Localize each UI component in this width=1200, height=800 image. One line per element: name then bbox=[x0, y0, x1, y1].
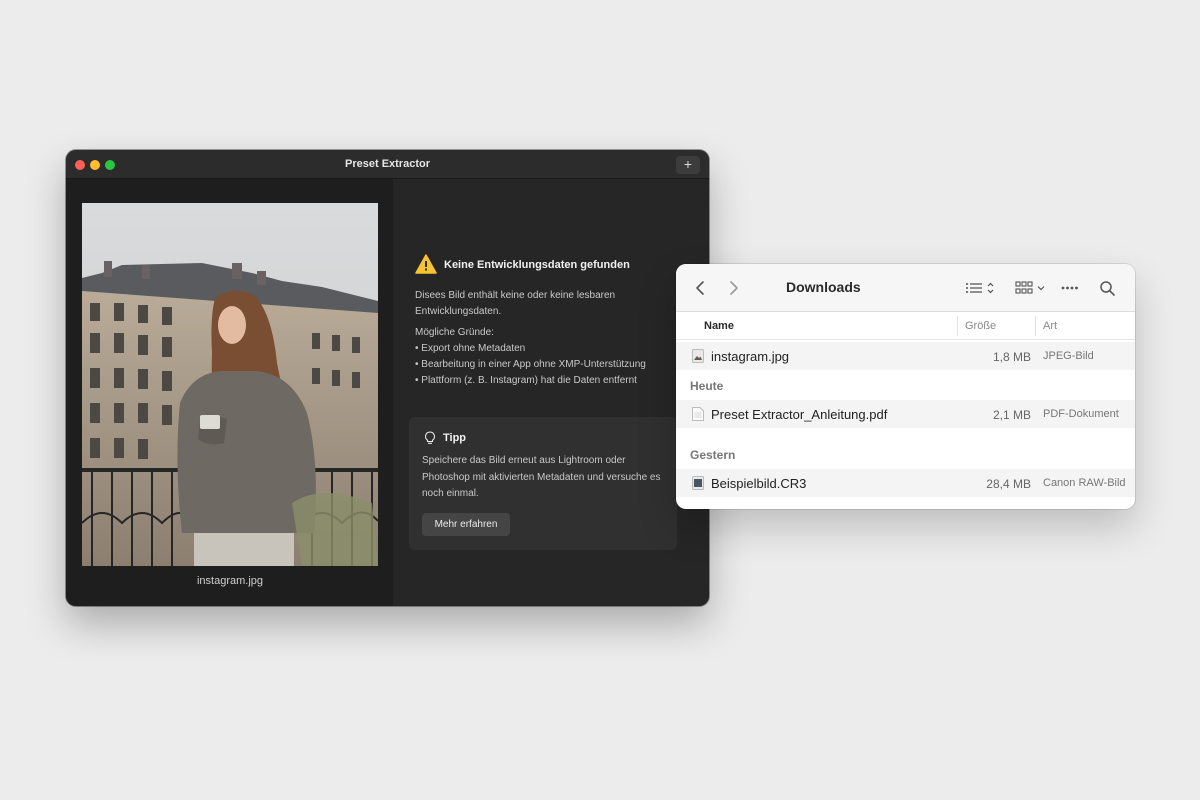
group-label: Heute bbox=[690, 379, 724, 393]
file-name: Preset Extractor_Anleitung.pdf bbox=[711, 407, 888, 422]
file-size: 2,1 MB bbox=[992, 408, 1031, 422]
grid-view-icon[interactable] bbox=[1014, 278, 1048, 298]
titlebar[interactable]: Preset Extractor + bbox=[66, 150, 709, 179]
search-icon[interactable] bbox=[1098, 278, 1116, 298]
file-row[interactable]: Beispielbild.CR3 28,4 MB Canon RAW-Bild bbox=[676, 469, 1135, 497]
warning-description: Disees Bild enthält keine oder keine les… bbox=[415, 290, 616, 317]
file-size: 28,4 MB bbox=[986, 477, 1031, 491]
reason-item: • Plattform (z. B. Instagram) hat die Da… bbox=[415, 375, 637, 386]
window-title: Preset Extractor bbox=[345, 158, 430, 170]
column-kind[interactable]: Art bbox=[1043, 320, 1057, 332]
finder-toolbar: Downloads bbox=[676, 264, 1135, 312]
finder-title: Downloads bbox=[786, 279, 861, 295]
reason-item: • Bearbeitung in einer App ohne XMP-Unte… bbox=[415, 359, 646, 370]
add-button[interactable]: + bbox=[676, 156, 700, 174]
group-label: Gestern bbox=[690, 448, 736, 462]
back-icon[interactable] bbox=[692, 278, 710, 298]
learn-more-button[interactable]: Mehr erfahren bbox=[422, 513, 510, 536]
preset-extractor-window: Preset Extractor + instagram.jpg Keine E… bbox=[66, 150, 709, 606]
tip-text: Speichere das Bild erneut aus Lightroom … bbox=[422, 455, 661, 499]
finder-window: Downloads Name Größe Art instagram.jpg 1… bbox=[676, 264, 1135, 509]
list-view-icon[interactable] bbox=[964, 278, 998, 298]
forward-icon[interactable] bbox=[724, 278, 742, 298]
image-preview-pane: instagram.jpg bbox=[66, 179, 393, 606]
warning-title: Keine Entwicklungsdaten gefunden bbox=[444, 259, 630, 271]
file-name: Beispielbild.CR3 bbox=[711, 476, 807, 491]
result-pane: Keine Entwicklungsdaten gefunden Disees … bbox=[393, 179, 709, 606]
column-name[interactable]: Name bbox=[704, 320, 734, 332]
warning-icon bbox=[415, 254, 437, 274]
lightbulb-icon bbox=[425, 431, 435, 444]
column-size[interactable]: Größe bbox=[965, 320, 996, 332]
file-kind: JPEG-Bild bbox=[1043, 350, 1094, 362]
image-filename: instagram.jpg bbox=[196, 575, 264, 587]
reason-item: • Export ohne Metadaten bbox=[415, 343, 526, 354]
file-name: instagram.jpg bbox=[711, 349, 790, 364]
reasons-title: Mögliche Gründe: bbox=[415, 327, 494, 338]
column-divider[interactable] bbox=[957, 316, 958, 336]
file-kind: PDF-Dokument bbox=[1043, 408, 1119, 420]
file-kind: Canon RAW-Bild bbox=[1043, 477, 1126, 489]
file-size: 1,8 MB bbox=[992, 350, 1031, 364]
file-row[interactable]: instagram.jpg 1,8 MB JPEG-Bild bbox=[676, 342, 1135, 370]
tip-card: Tipp Speichere das Bild erneut aus Light… bbox=[409, 417, 677, 550]
jpeg-file-icon bbox=[692, 349, 704, 363]
more-icon[interactable] bbox=[1060, 278, 1078, 298]
column-divider[interactable] bbox=[1035, 316, 1036, 336]
column-header: Name Größe Art bbox=[676, 312, 1135, 340]
tip-title: Tipp bbox=[443, 432, 467, 444]
pdf-file-icon bbox=[692, 407, 704, 421]
preview-image bbox=[82, 203, 378, 566]
reasons-list: • Export ohne Metadaten • Bearbeitung in… bbox=[415, 341, 695, 389]
file-row[interactable]: Preset Extractor_Anleitung.pdf 2,1 MB PD… bbox=[676, 400, 1135, 428]
raw-file-icon bbox=[692, 476, 704, 490]
